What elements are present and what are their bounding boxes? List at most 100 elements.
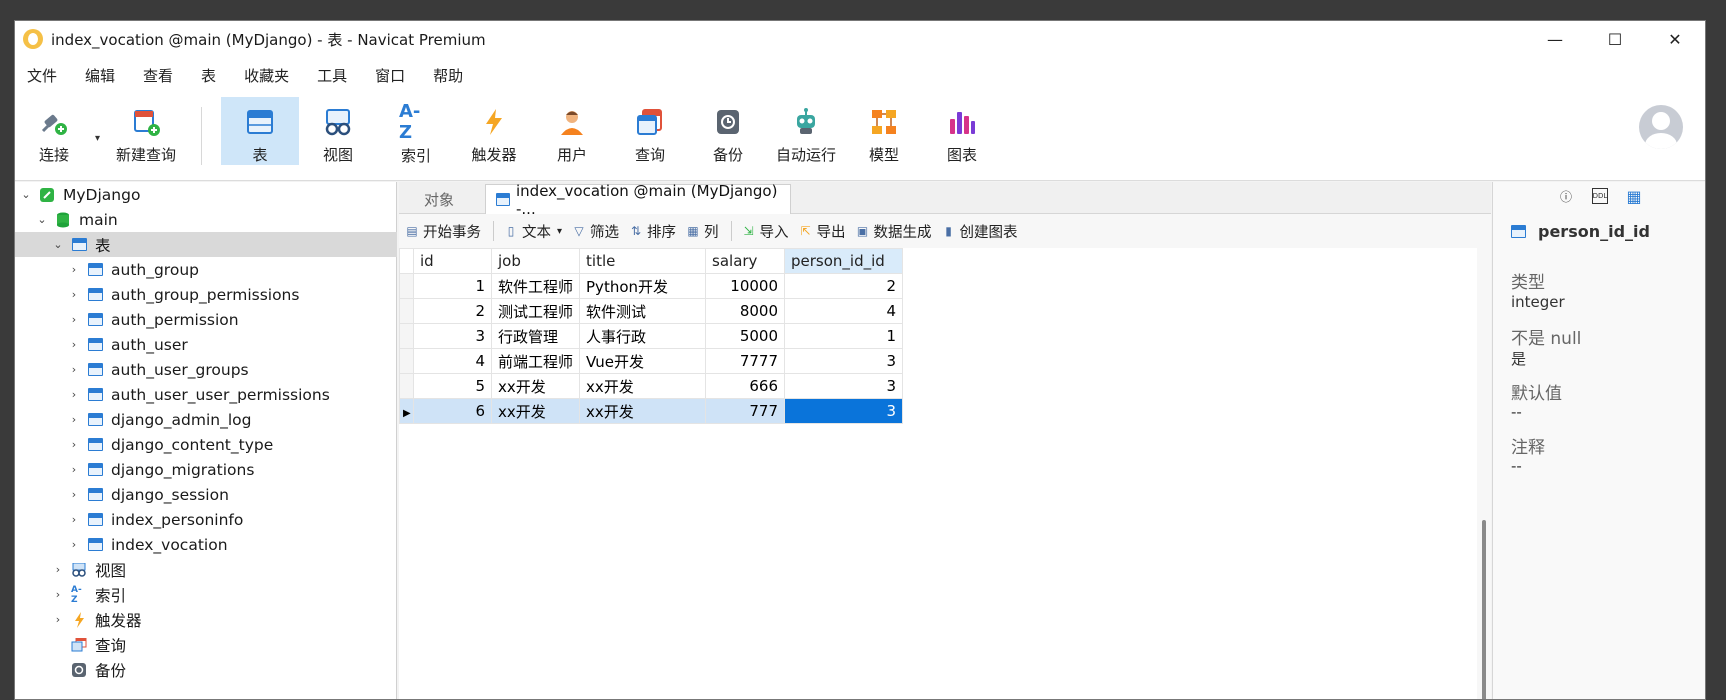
cell-salary[interactable]: 8000 xyxy=(705,298,786,324)
tab-objects[interactable]: 对象 xyxy=(399,184,479,214)
menu-file[interactable]: 文件 xyxy=(21,65,63,86)
row-indicator[interactable] xyxy=(399,373,414,399)
menu-view[interactable]: 查看 xyxy=(137,65,179,86)
begin-transaction-button[interactable]: ▤ 开始事务 xyxy=(405,221,481,242)
menu-tools[interactable]: 工具 xyxy=(311,65,353,86)
chevron-down-icon[interactable]: ⌄ xyxy=(51,238,65,251)
current-row-indicator[interactable]: ▶ xyxy=(399,398,414,424)
tree-table-item[interactable]: › django_session xyxy=(15,482,397,507)
chevron-down-icon[interactable]: ⌄ xyxy=(35,213,49,226)
tree-table-item[interactable]: › index_vocation xyxy=(15,532,397,557)
cell-title[interactable]: 人事行政 xyxy=(579,323,707,349)
index-tool-button[interactable]: A-Z 索引 xyxy=(377,97,455,165)
tab-index-vocation[interactable]: index_vocation @main (MyDjango) -... xyxy=(485,182,791,218)
cell-title[interactable]: xx开发 xyxy=(579,398,707,424)
user-avatar[interactable] xyxy=(1639,105,1683,149)
tree-table-item[interactable]: › django_content_type xyxy=(15,432,397,457)
import-button[interactable]: ⇲ 导入 xyxy=(742,221,789,242)
chevron-right-icon[interactable]: › xyxy=(67,438,81,451)
create-chart-button[interactable]: ▮ 创建图表 xyxy=(942,221,1017,242)
cell-job[interactable]: 软件工程师 xyxy=(490,273,581,299)
chevron-right-icon[interactable]: › xyxy=(67,538,81,551)
maximize-button[interactable]: ☐ xyxy=(1585,21,1645,57)
cell-person-id-id-selected[interactable]: 3 xyxy=(784,398,904,424)
tree-indexes-node[interactable]: › A-Z 索引 xyxy=(15,582,397,607)
chevron-right-icon[interactable]: › xyxy=(67,463,81,476)
vertical-scrollbar[interactable] xyxy=(1477,248,1491,699)
column-header-id[interactable]: id xyxy=(413,248,492,274)
filter-button[interactable]: ▽ 筛选 xyxy=(572,221,619,242)
tree-queries-node[interactable]: 查询 xyxy=(15,632,397,657)
cell-id[interactable]: 5 xyxy=(413,373,492,399)
trigger-tool-button[interactable]: 触发器 xyxy=(455,97,533,165)
menu-window[interactable]: 窗口 xyxy=(369,65,411,86)
cell-person-id-id[interactable]: 3 xyxy=(784,348,904,374)
chevron-right-icon[interactable]: › xyxy=(67,363,81,376)
cell-title[interactable]: Python开发 xyxy=(579,273,707,299)
tree-backups-node[interactable]: 备份 xyxy=(15,657,397,682)
cell-salary[interactable]: 10000 xyxy=(705,273,786,299)
menu-help[interactable]: 帮助 xyxy=(427,65,469,86)
table-row[interactable]: 3 行政管理 人事行政 5000 1 xyxy=(399,323,904,349)
cell-id[interactable]: 2 xyxy=(413,298,492,324)
data-generation-button[interactable]: ▣ 数据生成 xyxy=(856,221,932,242)
chevron-right-icon[interactable]: › xyxy=(67,288,81,301)
menu-edit[interactable]: 编辑 xyxy=(79,65,121,86)
chevron-right-icon[interactable]: › xyxy=(67,263,81,276)
column-header-job[interactable]: job xyxy=(490,248,581,274)
cell-title[interactable]: xx开发 xyxy=(579,373,707,399)
cell-job[interactable]: 前端工程师 xyxy=(490,348,581,374)
chevron-right-icon[interactable]: › xyxy=(67,513,81,526)
chart-tool-button[interactable]: 图表 xyxy=(923,97,1001,165)
model-tool-button[interactable]: 模型 xyxy=(845,97,923,165)
table-row-current[interactable]: ▶ 6 xx开发 xx开发 777 3 xyxy=(399,398,904,424)
minimize-button[interactable]: — xyxy=(1525,21,1585,57)
cell-title[interactable]: Vue开发 xyxy=(579,348,707,374)
column-header-person-id-id[interactable]: person_id_id xyxy=(784,248,904,274)
table-row[interactable]: 4 前端工程师 Vue开发 7777 3 xyxy=(399,348,904,374)
new-query-button[interactable]: 新建查询 xyxy=(107,97,185,165)
tree-table-item[interactable]: › auth_group xyxy=(15,257,397,282)
tree-table-item[interactable]: › auth_permission xyxy=(15,307,397,332)
chevron-right-icon[interactable]: › xyxy=(67,338,81,351)
menu-favorites[interactable]: 收藏夹 xyxy=(238,65,295,86)
cell-id[interactable]: 4 xyxy=(413,348,492,374)
cell-person-id-id[interactable]: 4 xyxy=(784,298,904,324)
tree-tables-node[interactable]: ⌄ 表 xyxy=(15,232,397,257)
chevron-right-icon[interactable]: › xyxy=(51,563,65,576)
columns-button[interactable]: ▦ 列 xyxy=(686,221,718,242)
cell-id[interactable]: 3 xyxy=(413,323,492,349)
query-tool-button[interactable]: 查询 xyxy=(611,97,689,165)
chevron-right-icon[interactable]: › xyxy=(67,388,81,401)
sort-button[interactable]: ⇅ 排序 xyxy=(629,221,676,242)
cell-person-id-id[interactable]: 1 xyxy=(784,323,904,349)
tree-views-node[interactable]: › 视图 xyxy=(15,557,397,582)
table-row[interactable]: 1 软件工程师 Python开发 10000 2 xyxy=(399,273,904,299)
cell-salary[interactable]: 5000 xyxy=(705,323,786,349)
chevron-right-icon[interactable]: › xyxy=(67,413,81,426)
row-indicator[interactable] xyxy=(399,273,414,299)
tree-triggers-node[interactable]: › 触发器 xyxy=(15,607,397,632)
cell-id[interactable]: 1 xyxy=(413,273,492,299)
grid-icon[interactable]: ▦ xyxy=(1626,187,1642,206)
connect-dropdown-icon[interactable]: ▾ xyxy=(95,133,100,144)
text-view-button[interactable]: ▯ 文本 ▾ xyxy=(504,221,562,242)
cell-title[interactable]: 软件测试 xyxy=(579,298,707,324)
tree-table-item[interactable]: › auth_user_user_permissions xyxy=(15,382,397,407)
row-indicator[interactable] xyxy=(399,323,414,349)
column-header-title[interactable]: title xyxy=(579,248,707,274)
tree-table-item[interactable]: › django_admin_log xyxy=(15,407,397,432)
cell-person-id-id[interactable]: 2 xyxy=(784,273,904,299)
ddl-icon[interactable]: DDL xyxy=(1592,188,1608,204)
cell-salary[interactable]: 666 xyxy=(705,373,786,399)
chevron-right-icon[interactable]: › xyxy=(51,588,65,601)
cell-job[interactable]: xx开发 xyxy=(490,398,581,424)
cell-job[interactable]: 测试工程师 xyxy=(490,298,581,324)
tree-table-item[interactable]: › django_migrations xyxy=(15,457,397,482)
chevron-right-icon[interactable]: › xyxy=(51,613,65,626)
row-indicator[interactable] xyxy=(399,348,414,374)
column-header-salary[interactable]: salary xyxy=(705,248,786,274)
user-tool-button[interactable]: 用户 xyxy=(533,97,611,165)
cell-person-id-id[interactable]: 3 xyxy=(784,373,904,399)
cell-salary[interactable]: 777 xyxy=(705,398,786,424)
